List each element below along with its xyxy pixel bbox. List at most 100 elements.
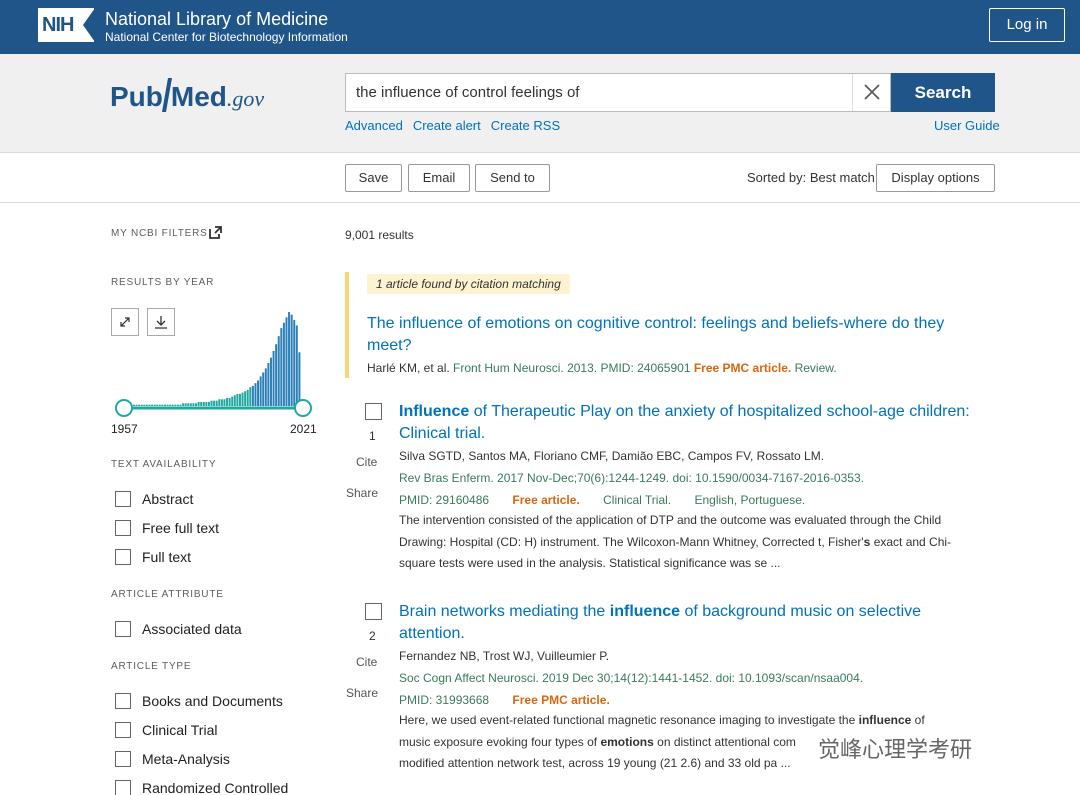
pubmed-logo[interactable]: Pub Med.gov — [110, 78, 264, 113]
create-alert-link[interactable]: Create alert — [413, 118, 481, 133]
histogram-bar[interactable] — [236, 393, 239, 406]
histogram-bar[interactable] — [249, 387, 252, 406]
histogram-bar[interactable] — [176, 404, 179, 406]
histogram-bar[interactable] — [231, 396, 234, 406]
histogram-bar[interactable] — [275, 344, 278, 406]
histogram-bar[interactable] — [293, 320, 296, 406]
org-subtitle[interactable]: National Center for Biotechnology Inform… — [105, 30, 348, 44]
histogram-bar[interactable] — [233, 395, 236, 406]
histogram-bar[interactable] — [285, 317, 288, 406]
histogram-bar[interactable] — [290, 314, 293, 406]
histogram-bar[interactable] — [295, 325, 298, 406]
histogram-bar[interactable] — [182, 403, 185, 406]
histogram-bar[interactable] — [174, 404, 177, 406]
associated-data-label[interactable]: Associated data — [142, 621, 242, 637]
abstract-checkbox[interactable] — [115, 491, 131, 507]
free-full-text-checkbox[interactable] — [115, 520, 131, 536]
result-1-title[interactable]: Influence of Therapeutic Play on the anx… — [399, 401, 989, 445]
histogram-bar[interactable] — [205, 401, 208, 406]
external-link-icon[interactable] — [209, 226, 222, 239]
histogram-bar[interactable] — [220, 399, 223, 406]
histogram-bar[interactable] — [254, 383, 257, 406]
histogram-bar[interactable] — [192, 403, 195, 406]
send-to-button[interactable]: Send to — [475, 164, 550, 192]
result-1-share-button[interactable]: Share — [346, 486, 378, 500]
free-full-text-label[interactable]: Free full text — [142, 520, 219, 536]
histogram-bar[interactable] — [189, 403, 192, 406]
featured-article-title[interactable]: The influence of emotions on cognitive c… — [367, 313, 977, 357]
histogram-bar[interactable] — [228, 397, 231, 406]
histogram-bar[interactable] — [166, 404, 169, 406]
histogram-bar[interactable] — [138, 404, 141, 406]
sort-label[interactable]: Sorted by: Best match — [747, 170, 875, 185]
histogram-bar[interactable] — [153, 404, 156, 406]
histogram-bar[interactable] — [280, 328, 283, 406]
full-text-checkbox[interactable] — [115, 549, 131, 565]
books-documents-label[interactable]: Books and Documents — [142, 693, 283, 709]
result-1-checkbox[interactable] — [365, 403, 382, 420]
histogram-bar[interactable] — [298, 352, 301, 406]
histogram-bar[interactable] — [218, 399, 221, 406]
histogram-bar[interactable] — [272, 350, 275, 406]
associated-data-checkbox[interactable] — [115, 621, 131, 637]
year-end-handle[interactable] — [294, 399, 312, 417]
year-start-handle[interactable] — [115, 399, 133, 417]
histogram-bar[interactable] — [269, 357, 272, 406]
histogram-bar[interactable] — [135, 404, 138, 406]
histogram-bar[interactable] — [264, 368, 267, 406]
books-documents-checkbox[interactable] — [115, 693, 131, 709]
histogram-bar[interactable] — [158, 404, 161, 406]
histogram-bar[interactable] — [241, 392, 244, 406]
randomized-controlled-checkbox[interactable] — [115, 780, 131, 795]
result-2-cite-button[interactable]: Cite — [356, 655, 377, 669]
results-by-year-histogram[interactable] — [111, 300, 321, 420]
meta-analysis-label[interactable]: Meta-Analysis — [142, 751, 230, 767]
meta-analysis-checkbox[interactable] — [115, 751, 131, 767]
histogram-bar[interactable] — [226, 397, 229, 406]
histogram-bar[interactable] — [184, 403, 187, 406]
histogram-bar[interactable] — [202, 401, 205, 406]
nih-logo[interactable]: NIH — [38, 8, 95, 42]
histogram-bar[interactable] — [197, 401, 200, 406]
result-2-checkbox[interactable] — [365, 603, 382, 620]
clinical-trial-label[interactable]: Clinical Trial — [142, 722, 217, 738]
advanced-link[interactable]: Advanced — [345, 118, 403, 133]
histogram-bar[interactable] — [207, 401, 210, 406]
result-2-title[interactable]: Brain networks mediating the influence o… — [399, 601, 959, 645]
display-options-button[interactable]: Display options — [876, 164, 995, 192]
histogram-bar[interactable] — [200, 401, 203, 406]
create-rss-link[interactable]: Create RSS — [491, 118, 560, 133]
histogram-bar[interactable] — [133, 404, 135, 406]
histogram-bar[interactable] — [151, 404, 154, 406]
histogram-bar[interactable] — [259, 376, 262, 406]
randomized-controlled-label[interactable]: Randomized Controlled — [142, 780, 288, 795]
histogram-bar[interactable] — [179, 404, 182, 406]
histogram-bar[interactable] — [143, 404, 146, 406]
login-button[interactable]: Log in — [989, 8, 1065, 42]
email-button[interactable]: Email — [408, 164, 470, 192]
histogram-bar[interactable] — [246, 389, 249, 406]
search-input[interactable]: the influence of control feelings of — [345, 73, 891, 112]
histogram-bar[interactable] — [262, 372, 265, 406]
result-1-cite-button[interactable]: Cite — [356, 455, 377, 469]
histogram-bar[interactable] — [210, 400, 213, 406]
histogram-bar[interactable] — [148, 404, 151, 406]
abstract-label[interactable]: Abstract — [142, 491, 193, 507]
histogram-bar[interactable] — [213, 400, 216, 406]
histogram-bar[interactable] — [161, 404, 164, 406]
histogram-bar[interactable] — [171, 404, 174, 406]
full-text-label[interactable]: Full text — [142, 549, 191, 565]
histogram-bar[interactable] — [282, 322, 285, 406]
histogram-bar[interactable] — [156, 404, 159, 406]
histogram-bar[interactable] — [140, 404, 143, 406]
histogram-bar[interactable] — [267, 363, 270, 406]
save-button[interactable]: Save — [345, 164, 402, 192]
histogram-bar[interactable] — [238, 393, 241, 406]
histogram-bar[interactable] — [164, 404, 166, 406]
histogram-bar[interactable] — [251, 385, 254, 406]
result-2-share-button[interactable]: Share — [346, 686, 378, 700]
histogram-bar[interactable] — [169, 404, 172, 406]
histogram-bar[interactable] — [288, 312, 291, 406]
org-title[interactable]: National Library of Medicine — [105, 9, 328, 30]
my-ncbi-filters-heading[interactable]: MY NCBI FILTERS — [111, 228, 208, 239]
